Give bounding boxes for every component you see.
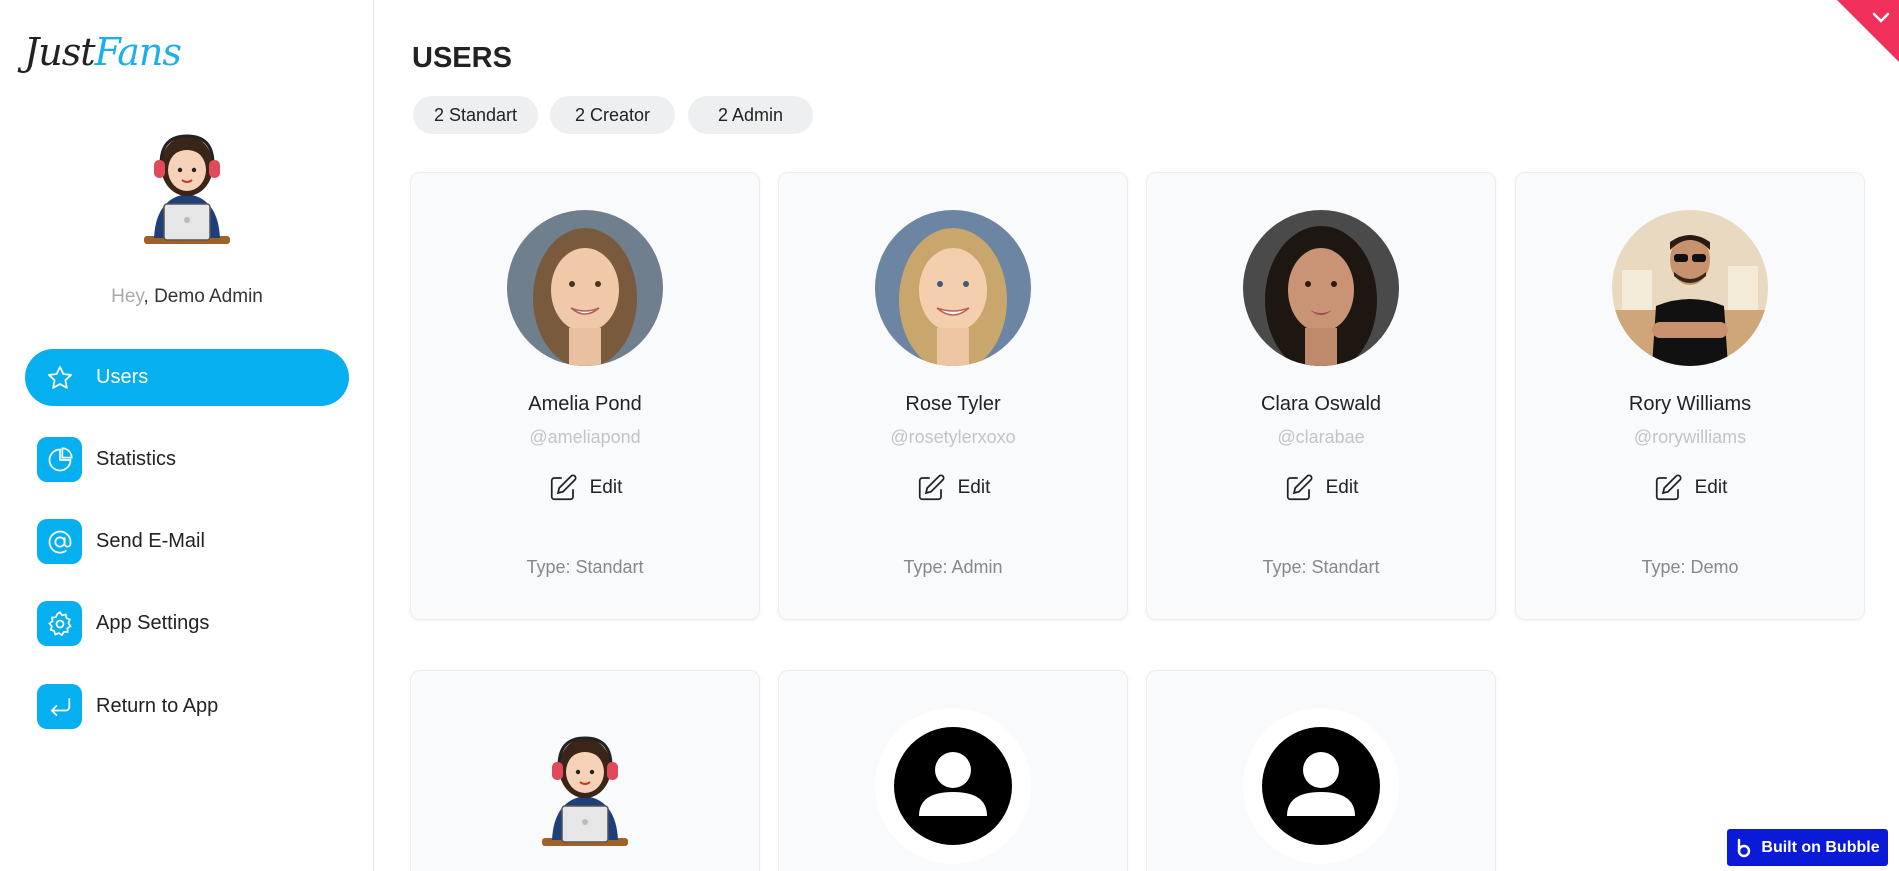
greeting: Hey, Demo Admin	[0, 286, 374, 308]
pie-chart-icon	[37, 437, 82, 482]
user-type: Type: Demo	[1641, 557, 1739, 577]
edit-user-button[interactable]: Edit	[779, 473, 1127, 503]
edit-label: Edit	[957, 477, 991, 498]
edit-user-button[interactable]: Edit	[411, 473, 759, 503]
admin-avatar	[144, 134, 230, 244]
user-photo	[1612, 210, 1768, 366]
user-card[interactable]	[778, 670, 1128, 871]
filter-admin[interactable]: 2 Admin	[688, 96, 813, 134]
nav-item-statistics[interactable]: Statistics	[25, 431, 349, 488]
edit-user-button[interactable]: Edit	[1516, 473, 1864, 503]
default-user-icon	[1243, 708, 1399, 864]
greeting-name: , Demo Admin	[143, 286, 263, 307]
greeting-prefix: Hey	[111, 286, 144, 307]
nav-label-send-email: Send E-Mail	[96, 530, 205, 552]
nav-label-app-settings: App Settings	[96, 612, 210, 634]
sidebar: JustFans Hey, Demo Admin Users Statistic…	[0, 0, 374, 871]
nav-label-statistics: Statistics	[96, 448, 177, 470]
default-user-icon	[875, 708, 1031, 864]
edit-label: Edit	[1325, 477, 1359, 498]
user-card[interactable]: Amelia Pond @ameliapond Edit Type: Stand…	[410, 172, 760, 620]
user-name: Amelia Pond	[528, 393, 642, 415]
user-photo	[507, 210, 663, 366]
user-card[interactable]	[410, 670, 760, 871]
edit-label: Edit	[1694, 477, 1728, 498]
edit-label: Edit	[589, 477, 623, 498]
user-type: Type: Standart	[526, 557, 644, 577]
edit-icon	[550, 474, 577, 501]
nav-label-return-to-app: Return to App	[96, 695, 219, 717]
edit-icon	[1286, 474, 1313, 501]
star-icon	[37, 355, 82, 400]
user-card[interactable]: Clara Oswald @clarabae Edit Type: Standa…	[1146, 172, 1496, 620]
user-name: Rose Tyler	[905, 393, 1001, 415]
filter-standart[interactable]: 2 Standart	[413, 96, 538, 134]
return-arrow-icon	[37, 684, 82, 729]
app-logo[interactable]: JustFans	[24, 30, 182, 74]
user-avatar-illustration	[542, 736, 628, 846]
user-type: Type: Admin	[903, 557, 1003, 577]
chevron-down-icon[interactable]	[1837, 0, 1899, 62]
user-card[interactable]: Rose Tyler @rosetylerxoxo Edit Type: Adm…	[778, 172, 1128, 620]
logo-text-just: Just	[24, 30, 95, 74]
edit-icon	[1655, 474, 1682, 501]
built-on-bubble-badge[interactable]: Built on Bubble	[1727, 829, 1888, 866]
edit-user-button[interactable]: Edit	[1147, 473, 1495, 503]
user-name: Clara Oswald	[1260, 393, 1382, 415]
user-photo	[875, 210, 1031, 366]
gear-icon	[37, 601, 82, 646]
built-on-bubble-label: Built on Bubble	[1761, 838, 1880, 856]
at-sign-icon	[37, 519, 82, 564]
user-handle: @rorywilliams	[1633, 427, 1747, 447]
nav-item-return-to-app[interactable]: Return to App	[25, 678, 349, 735]
user-name: Rory Williams	[1628, 393, 1752, 415]
nav-label-users: Users	[96, 366, 149, 388]
user-photo	[1243, 210, 1399, 366]
user-card[interactable]: Rory Williams @rorywilliams Edit Type: D…	[1515, 172, 1865, 620]
edit-icon	[918, 474, 945, 501]
nav-item-app-settings[interactable]: App Settings	[25, 595, 349, 652]
filter-creator[interactable]: 2 Creator	[550, 96, 675, 134]
user-card[interactable]	[1146, 670, 1496, 871]
user-handle: @ameliapond	[529, 427, 641, 447]
logo-text-fans: Fans	[94, 30, 181, 74]
nav-item-send-email[interactable]: Send E-Mail	[25, 513, 349, 570]
bubble-logo-icon	[1738, 838, 1751, 857]
user-handle: @rosetylerxoxo	[890, 427, 1016, 447]
nav-item-users[interactable]: Users	[25, 349, 349, 406]
user-handle: @clarabae	[1277, 427, 1365, 447]
page-title: USERS	[412, 42, 512, 74]
user-type: Type: Standart	[1262, 557, 1380, 577]
